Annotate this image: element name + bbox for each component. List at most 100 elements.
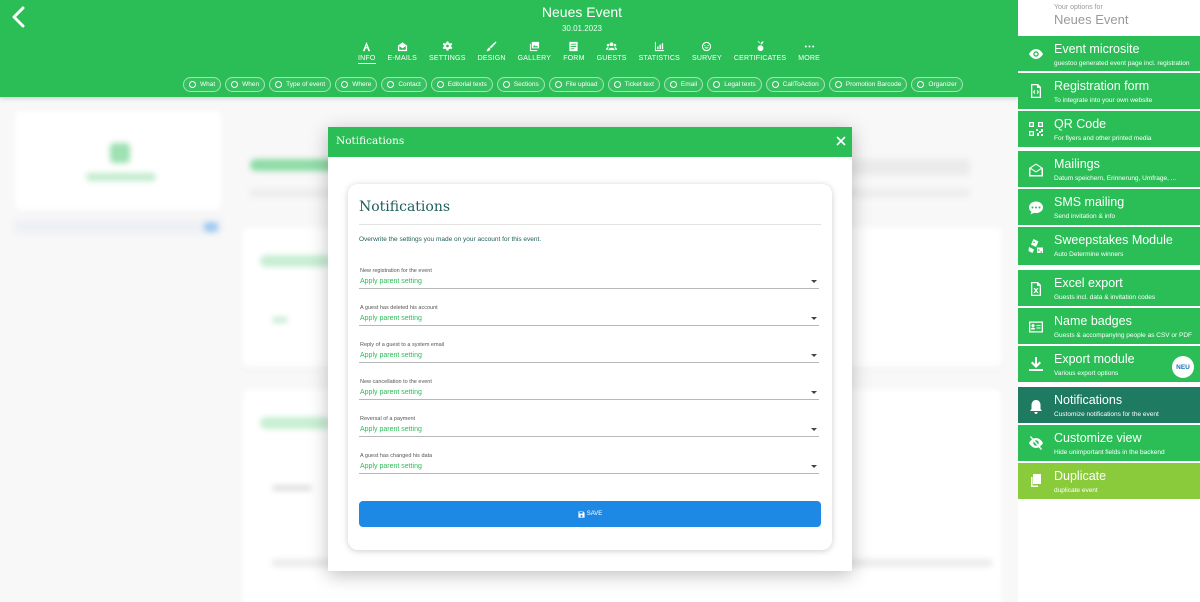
edit-icon bbox=[189, 81, 196, 88]
nav-info-label: INFO bbox=[358, 55, 376, 64]
select-new-cancellation[interactable]: Apply parent setting bbox=[359, 385, 819, 400]
select-value: Apply parent setting bbox=[360, 352, 422, 359]
bookmark-icon bbox=[917, 81, 925, 88]
subnav-when-label: When bbox=[242, 81, 260, 88]
close-button[interactable] bbox=[835, 134, 847, 146]
option-title: Customize view bbox=[1054, 431, 1142, 445]
dice-icon bbox=[1028, 238, 1044, 254]
option-subtitle: For flyers and other printed media bbox=[1054, 135, 1152, 142]
subnav-what-label: What bbox=[200, 81, 216, 88]
nav-design[interactable]: DESIGN bbox=[472, 40, 512, 64]
nav-guests-label: GUESTS bbox=[596, 55, 627, 62]
option-title: Duplicate bbox=[1054, 469, 1107, 483]
nav-form[interactable]: FORM bbox=[557, 40, 590, 64]
option-sms-mailing[interactable]: SMS mailing Send invitation & info bbox=[1018, 189, 1200, 225]
option-subtitle: guestoo generated event page incl. regis… bbox=[1054, 60, 1190, 67]
nav-statistics[interactable]: STATISTICS bbox=[633, 40, 686, 64]
nav-survey[interactable]: SURVEY bbox=[686, 40, 728, 64]
paperclip-icon bbox=[554, 81, 562, 88]
field-reversal-payment: Reversal of a payment Apply parent setti… bbox=[359, 416, 819, 444]
option-subtitle: Guests & accompanying people as CSV or P… bbox=[1054, 332, 1193, 339]
save-button[interactable]: SAVE bbox=[359, 501, 821, 527]
subnav-sections[interactable]: Sections bbox=[496, 77, 545, 92]
nav-survey-label: SURVEY bbox=[692, 55, 722, 62]
option-name-badges[interactable]: Name badges Guests & accompanying people… bbox=[1018, 308, 1200, 344]
nav-certificates[interactable]: CERTIFICATES bbox=[728, 40, 792, 64]
subnav-file-label: File upload bbox=[565, 81, 598, 88]
envelope-open-icon bbox=[1028, 162, 1044, 178]
select-new-registration[interactable]: Apply parent setting bbox=[359, 274, 819, 289]
subnav-editorial-texts[interactable]: Editorial texts bbox=[430, 77, 493, 92]
eye-slash-icon bbox=[1028, 435, 1044, 451]
subnav-email-label: Email bbox=[680, 81, 698, 88]
nav-more-label: MORE bbox=[798, 55, 821, 62]
subnav-barcode-label: Promotion Barcode bbox=[845, 81, 902, 88]
subnav-email[interactable]: Email bbox=[663, 77, 704, 92]
notifications-card: Notifications Overwrite the settings you… bbox=[348, 184, 832, 550]
caret-down-icon bbox=[811, 317, 817, 320]
subnav-file-upload[interactable]: File upload bbox=[548, 77, 604, 92]
subnav-ticket-label: Ticket text bbox=[624, 81, 654, 88]
option-title: Sweepstakes Module bbox=[1054, 233, 1173, 247]
subnav-promotion-barcode[interactable]: Promotion Barcode bbox=[828, 77, 908, 92]
nav-gallery[interactable]: GALLERY bbox=[512, 40, 558, 64]
option-customize-view[interactable]: Customize view Hide unimportant fields i… bbox=[1018, 425, 1200, 461]
subnav-calltoaction[interactable]: CallToAction bbox=[765, 77, 825, 92]
select-guest-changed-data[interactable]: Apply parent setting bbox=[359, 459, 819, 474]
select-value: Apply parent setting bbox=[360, 389, 422, 396]
nav-emails[interactable]: E-MAILS bbox=[382, 40, 423, 64]
nav-settings-label: SETTINGS bbox=[428, 55, 466, 62]
copy-icon bbox=[1028, 473, 1044, 489]
subnav-organizer[interactable]: Organizer bbox=[911, 77, 963, 92]
option-registration-form[interactable]: Registration form To integrate into your… bbox=[1018, 73, 1200, 109]
nav-certificates-label: CERTIFICATES bbox=[733, 55, 787, 62]
option-title: Excel export bbox=[1054, 276, 1123, 290]
subnav-type-of-event[interactable]: Type of event bbox=[269, 77, 332, 92]
option-notifications[interactable]: Notifications Customize notifications fo… bbox=[1018, 387, 1200, 423]
subnav-what[interactable]: What bbox=[183, 77, 222, 92]
caret-down-icon bbox=[811, 280, 817, 283]
subnav-when[interactable]: When bbox=[225, 77, 266, 92]
select-reply-system-email[interactable]: Apply parent setting bbox=[359, 348, 819, 363]
options-panel-title: Neues Event bbox=[1054, 12, 1129, 27]
option-event-microsite[interactable]: Event microsite guestoo generated event … bbox=[1018, 36, 1200, 71]
code-file-icon bbox=[1028, 83, 1044, 99]
nav-settings[interactable]: SETTINGS bbox=[423, 40, 472, 64]
subnav-where[interactable]: Where bbox=[335, 77, 378, 92]
select-reversal-payment[interactable]: Apply parent setting bbox=[359, 422, 819, 437]
option-mailings[interactable]: Mailings Datum speichern, Erinnerung, Um… bbox=[1018, 151, 1200, 187]
subnav-where-label: Where bbox=[352, 81, 372, 88]
nav-info[interactable]: INFO bbox=[352, 40, 382, 64]
nav-more[interactable]: MORE bbox=[792, 40, 826, 64]
option-title: Name badges bbox=[1054, 314, 1132, 328]
smile-icon bbox=[701, 40, 713, 52]
barcode-icon bbox=[834, 81, 842, 88]
list-icon bbox=[502, 81, 510, 88]
subnav-contact[interactable]: Contact bbox=[381, 77, 427, 92]
option-subtitle: Auto Determine winners bbox=[1054, 251, 1124, 258]
divider bbox=[359, 224, 821, 225]
option-duplicate[interactable]: Duplicate duplicate event bbox=[1018, 463, 1200, 499]
option-sweepstakes-module[interactable]: Sweepstakes Module Auto Determine winner… bbox=[1018, 227, 1200, 265]
badge-icon bbox=[1028, 319, 1044, 335]
caret-down-icon bbox=[811, 391, 817, 394]
select-guest-deleted-account[interactable]: Apply parent setting bbox=[359, 311, 819, 326]
nav-guests[interactable]: GUESTS bbox=[591, 40, 633, 64]
modal-header: Notifications bbox=[328, 127, 852, 157]
option-qr-code[interactable]: QR Code For flyers and other printed med… bbox=[1018, 111, 1200, 147]
clock-icon bbox=[231, 81, 239, 88]
select-value: Apply parent setting bbox=[360, 278, 422, 285]
sign-icon bbox=[275, 81, 283, 88]
subnav-sections-label: Sections bbox=[513, 81, 539, 88]
sms-icon bbox=[1028, 200, 1044, 216]
new-badge: NEU bbox=[1172, 356, 1194, 378]
select-value: Apply parent setting bbox=[360, 463, 422, 470]
caret-down-icon bbox=[811, 465, 817, 468]
option-subtitle: Hide unimportant fields in the backend bbox=[1054, 449, 1165, 456]
subnav-legal-texts[interactable]: Legal texts bbox=[707, 77, 762, 92]
subnav-ticket-text[interactable]: Ticket text bbox=[607, 77, 660, 92]
option-excel-export[interactable]: Excel export Guests incl. data & invitat… bbox=[1018, 270, 1200, 306]
option-subtitle: Send invitation & info bbox=[1054, 213, 1116, 220]
option-export-module[interactable]: Export module Various export options NEU bbox=[1018, 346, 1200, 382]
qr-code-icon bbox=[1028, 121, 1044, 137]
